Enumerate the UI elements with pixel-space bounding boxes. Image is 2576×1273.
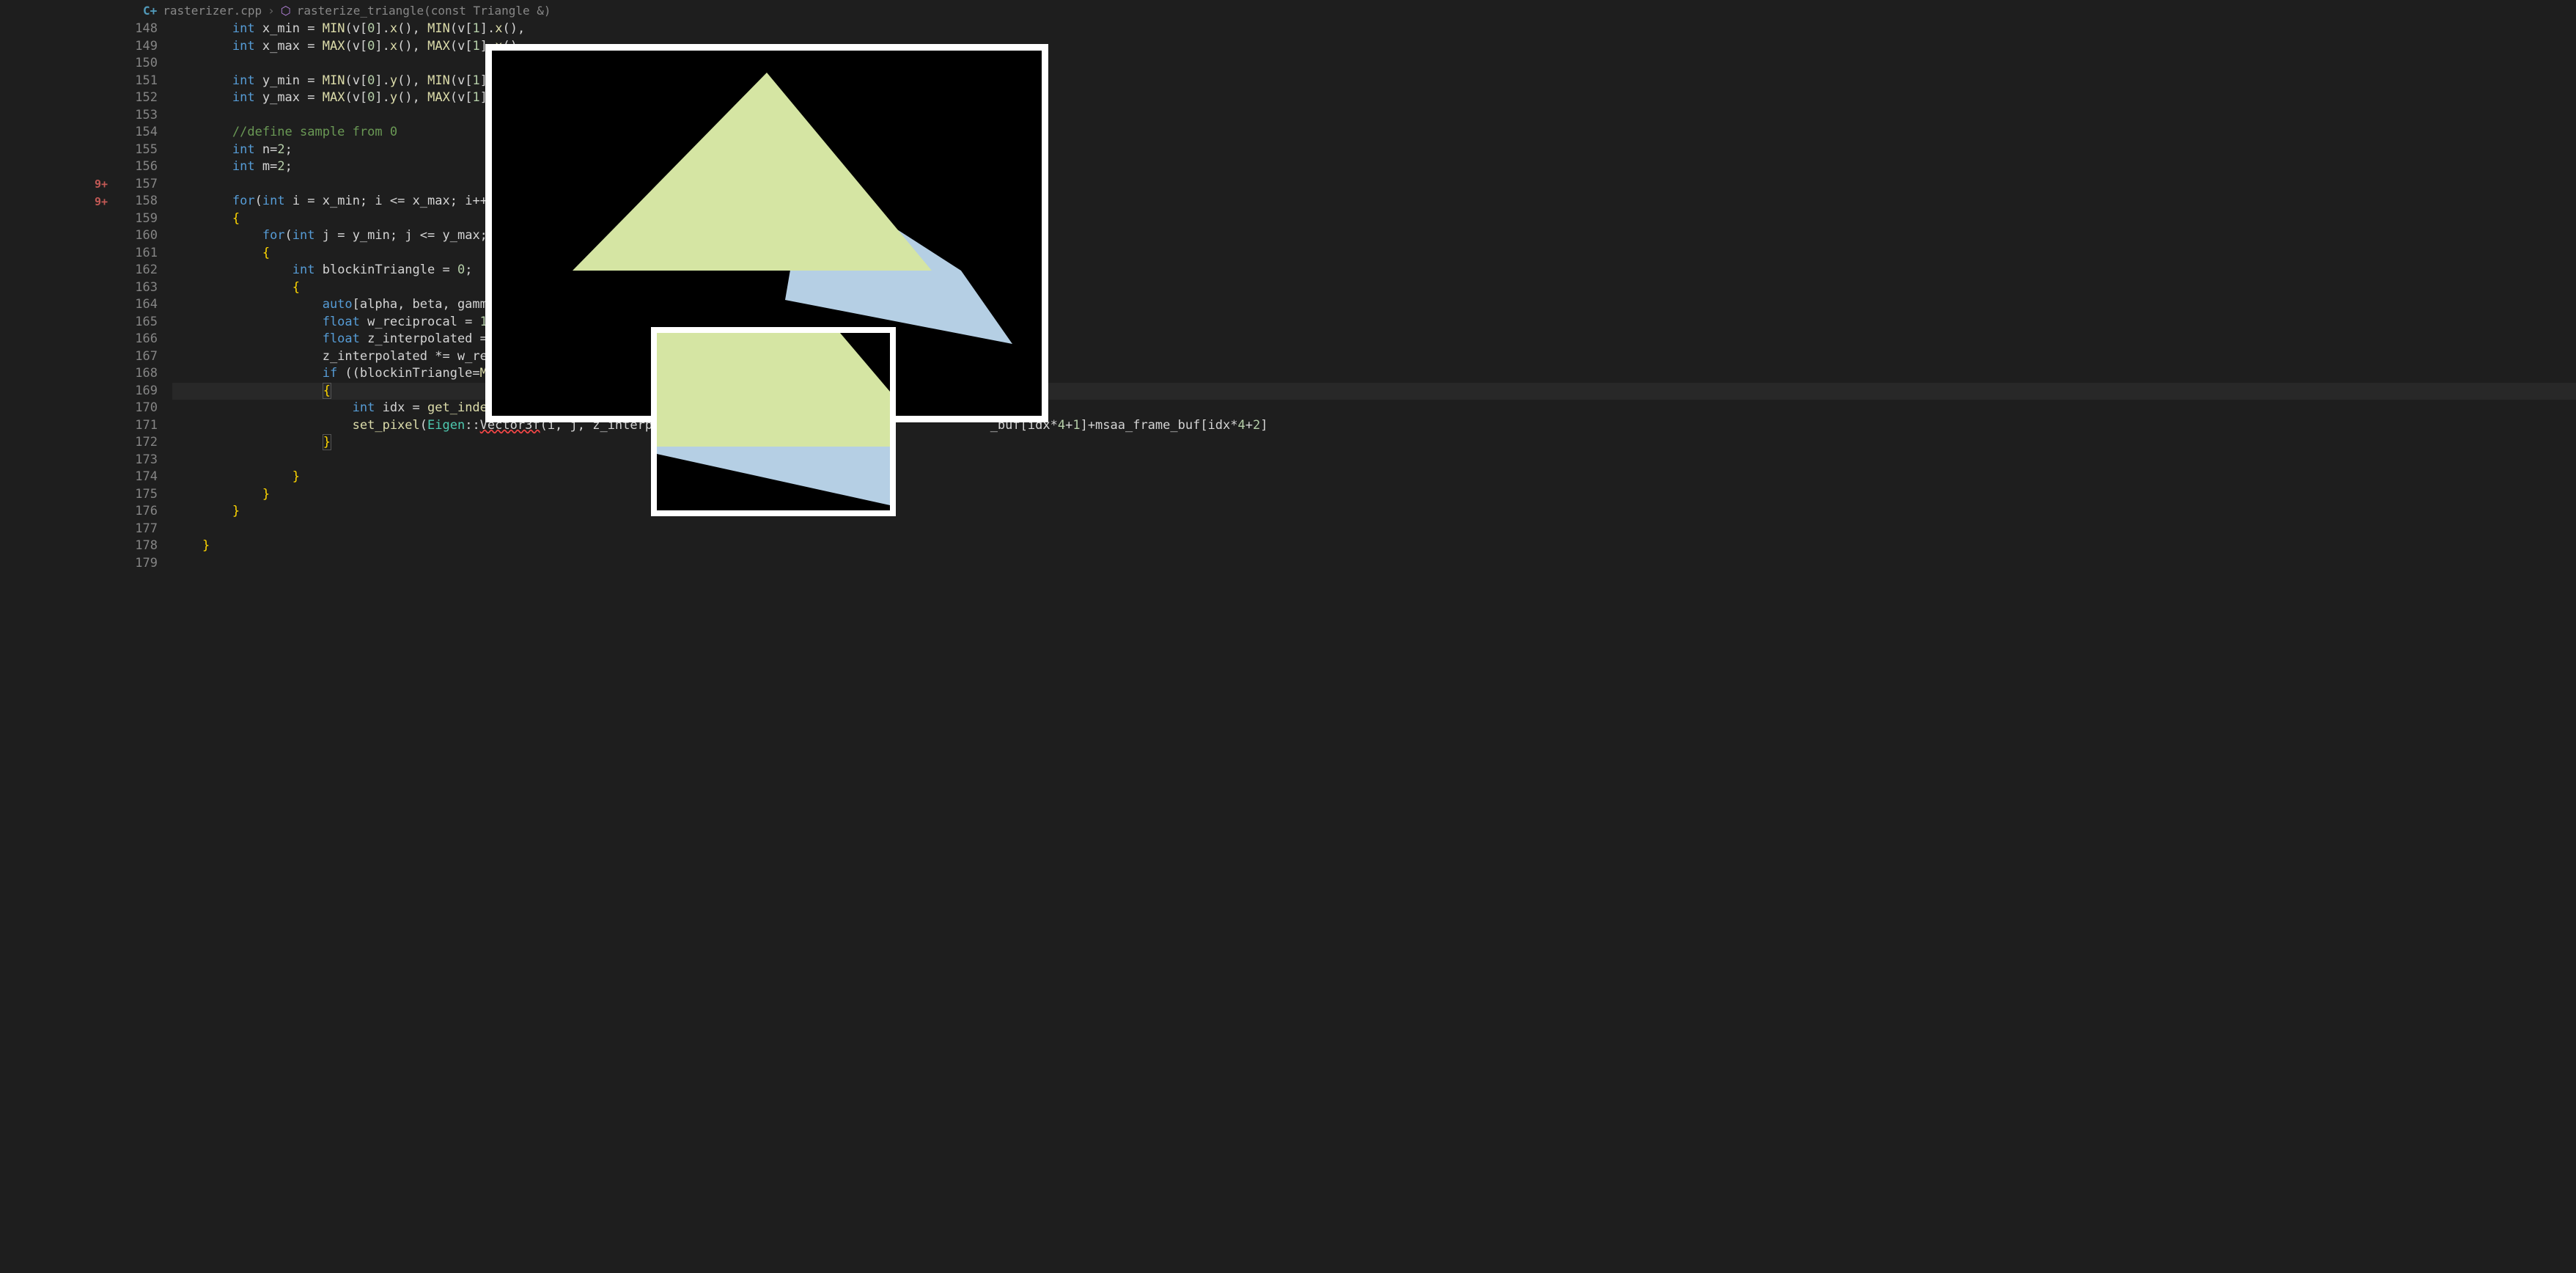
code-line[interactable] — [172, 452, 2576, 469]
line-number[interactable]: 154 — [128, 124, 172, 142]
chevron-right-icon: › — [268, 4, 275, 18]
line-number[interactable]: 150 — [128, 55, 172, 73]
line-number[interactable]: 164 — [128, 296, 172, 314]
code-line[interactable]: } — [172, 469, 2576, 486]
code-line[interactable] — [172, 521, 2576, 538]
gutter-annotation[interactable]: 9+ — [95, 177, 108, 191]
line-number[interactable]: 168 — [128, 365, 172, 383]
line-number[interactable]: 174 — [128, 469, 172, 486]
code-line[interactable]: } — [172, 434, 2576, 452]
line-number[interactable]: 155 — [128, 142, 172, 159]
symbol-method-icon: ⬡ — [281, 4, 291, 18]
line-numbers: 148 149 150 151 152 153 154 155 156 157 … — [128, 21, 172, 1273]
line-number[interactable]: 152 — [128, 89, 172, 107]
line-number[interactable]: 158 — [128, 193, 172, 210]
line-number[interactable]: 148 — [128, 21, 172, 38]
line-number[interactable]: 177 — [128, 521, 172, 538]
code-line[interactable] — [172, 555, 2576, 573]
line-number[interactable]: 161 — [128, 245, 172, 263]
cpp-file-icon: C+ — [143, 4, 157, 18]
line-number[interactable]: 162 — [128, 262, 172, 279]
line-number[interactable]: 153 — [128, 107, 172, 125]
line-number[interactable]: 165 — [128, 314, 172, 331]
line-number[interactable]: 156 — [128, 158, 172, 176]
editor-root: C+ rasterizer.cpp › ⬡ rasterize_triangle… — [0, 0, 2576, 1273]
code-line[interactable]: } — [172, 538, 2576, 555]
line-number[interactable]: 169 — [128, 383, 172, 400]
triangles-zoom-icon — [657, 333, 890, 510]
breadcrumb-symbol[interactable]: rasterize_triangle(const Triangle &) — [297, 4, 551, 18]
line-number[interactable]: 176 — [128, 503, 172, 521]
line-number[interactable]: 172 — [128, 434, 172, 452]
triangle-green-zoom — [657, 333, 890, 447]
line-number[interactable]: 171 — [128, 417, 172, 435]
line-number[interactable]: 166 — [128, 331, 172, 348]
line-number[interactable]: 160 — [128, 227, 172, 245]
render-output-small — [651, 327, 896, 516]
code-line[interactable]: int x_min = MIN(v[0].x(), MIN(v[1].x(), — [172, 21, 2576, 38]
gutter-annotation[interactable]: 9+ — [95, 195, 108, 208]
gutter: 9+ 9+ — [0, 21, 128, 1273]
line-number[interactable]: 178 — [128, 538, 172, 555]
code-line[interactable]: } — [172, 486, 2576, 504]
line-number[interactable]: 159 — [128, 210, 172, 228]
line-number[interactable]: 163 — [128, 279, 172, 297]
breadcrumb-file[interactable]: rasterizer.cpp — [163, 4, 262, 18]
line-number[interactable]: 173 — [128, 452, 172, 469]
editor-main: 9+ 9+ 148 149 150 151 152 153 154 155 15… — [0, 21, 2576, 1273]
triangle-green — [573, 73, 932, 271]
line-number[interactable]: 175 — [128, 486, 172, 504]
line-number[interactable]: 157 — [128, 176, 172, 194]
line-number[interactable]: 151 — [128, 73, 172, 90]
code-line[interactable]: } — [172, 503, 2576, 521]
line-number[interactable]: 170 — [128, 400, 172, 417]
breadcrumb[interactable]: C+ rasterizer.cpp › ⬡ rasterize_triangle… — [0, 0, 2576, 21]
line-number[interactable]: 179 — [128, 555, 172, 573]
line-number[interactable]: 167 — [128, 348, 172, 366]
line-number[interactable]: 149 — [128, 38, 172, 56]
